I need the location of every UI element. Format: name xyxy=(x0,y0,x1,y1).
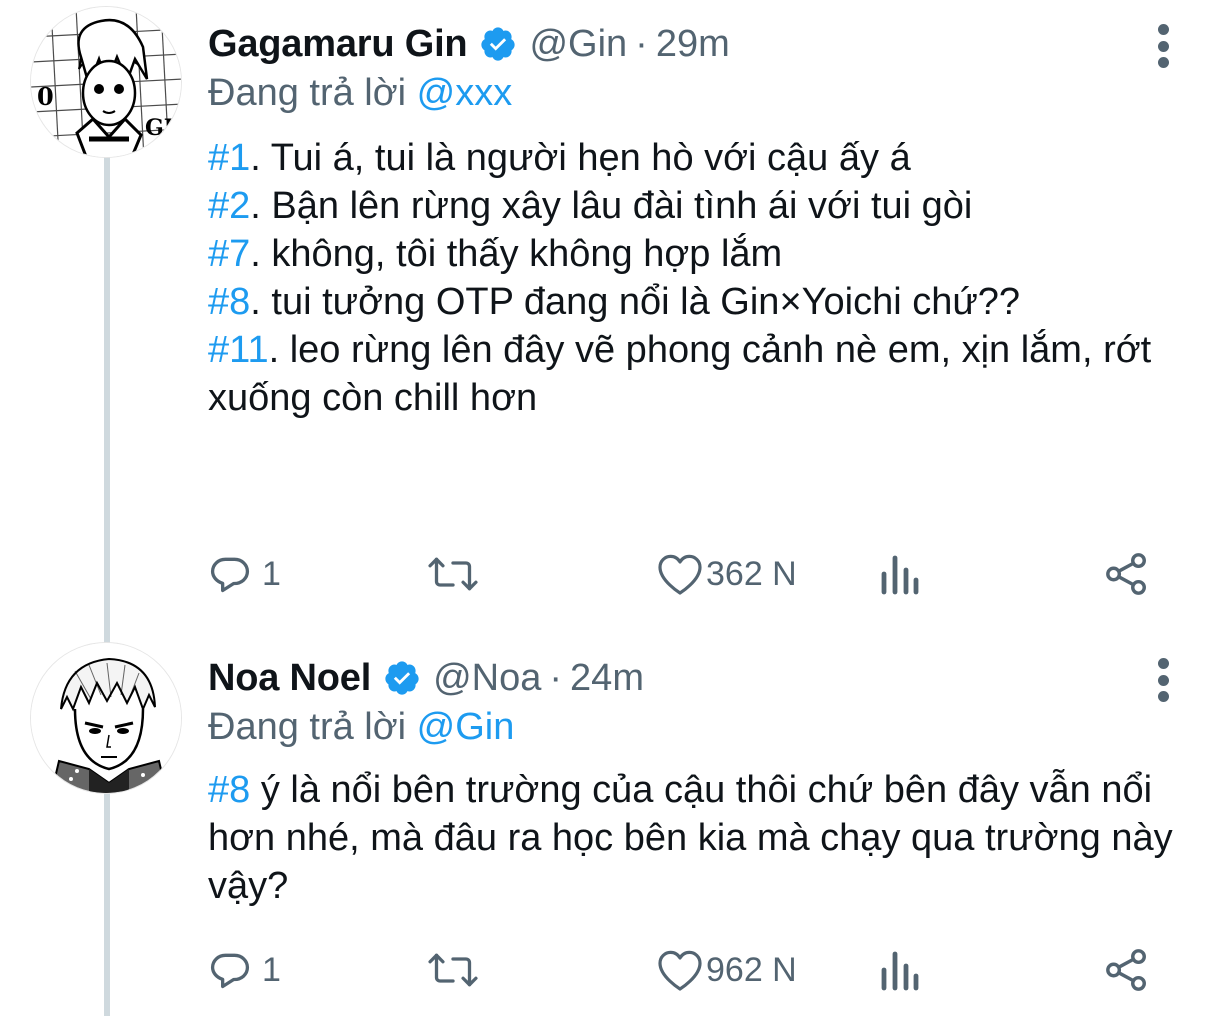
tweet[interactable]: Noa Noel @Noa · 24m Đang trả lời @Gin #8… xyxy=(0,630,1224,1016)
retweet-icon xyxy=(428,953,478,987)
svg-text:0: 0 xyxy=(37,82,54,111)
tweet-line: #7. không, tôi thấy không hợp lắm xyxy=(208,230,1184,278)
avatar-manga-illustration: 0 GP xyxy=(31,7,181,157)
analytics-icon xyxy=(881,555,919,595)
share-button[interactable] xyxy=(1104,940,1150,1000)
separator-dot: · xyxy=(549,656,563,699)
user-handle[interactable]: @Gin xyxy=(529,23,627,66)
tweet-line: #11. leo rừng lên đây vẽ phong cảnh nè e… xyxy=(208,326,1184,422)
reply-icon xyxy=(210,557,250,593)
tweet-line: #2. Bận lên rừng xây lâu đài tình ái với… xyxy=(208,182,1184,230)
line-text: . Bận lên rừng xây lâu đài tình ái với t… xyxy=(250,185,973,227)
analytics-icon xyxy=(881,951,919,991)
views-button[interactable] xyxy=(880,544,930,604)
reply-count: 1 xyxy=(262,950,281,989)
line-text: . leo rừng lên đây vẽ phong cảnh nè em, … xyxy=(208,329,1152,419)
more-options-icon[interactable] xyxy=(1156,658,1170,702)
like-button[interactable]: 362 N xyxy=(656,544,797,604)
avatar[interactable]: 0 GP xyxy=(30,6,182,158)
verified-badge-icon xyxy=(385,661,419,695)
avatar[interactable] xyxy=(30,642,182,794)
more-options-icon[interactable] xyxy=(1156,24,1170,68)
tweet-line: #1. Tui á, tui là người hẹn hò với cậu ấ… xyxy=(208,134,1184,182)
heart-icon xyxy=(658,554,702,595)
body-text: ý là nổi bên trường của cậu thôi chứ bên… xyxy=(208,769,1173,907)
timestamp[interactable]: 29m xyxy=(656,23,730,66)
svg-text:GP: GP xyxy=(145,115,180,141)
reply-count: 1 xyxy=(262,554,281,593)
avatar-manga-illustration xyxy=(31,643,181,793)
tweet-actions: 1 362 N xyxy=(208,544,1168,604)
heart-icon xyxy=(658,950,702,991)
tweet-header: Gagamaru Gin @Gin · 29m xyxy=(208,14,1134,74)
retweet-button[interactable] xyxy=(426,940,490,1000)
line-text: . không, tôi thấy không hợp lắm xyxy=(250,233,783,275)
reply-button[interactable]: 1 xyxy=(208,940,281,1000)
share-button[interactable] xyxy=(1104,544,1150,604)
line-text: . tui tưởng OTP đang nổi là Gin×Yoichi c… xyxy=(250,281,1021,323)
hashtag[interactable]: #11 xyxy=(208,329,269,371)
separator-dot: · xyxy=(635,22,648,65)
replying-to-mention[interactable]: @Gin xyxy=(417,706,515,748)
tweet-actions: 1 962 N xyxy=(208,940,1168,1000)
line-text: . Tui á, tui là người hẹn hò với cậu ấy … xyxy=(250,137,911,179)
share-icon xyxy=(1106,553,1146,595)
reply-button[interactable]: 1 xyxy=(208,544,281,604)
verified-badge-icon xyxy=(481,27,516,61)
like-count: 962 N xyxy=(706,950,797,989)
tweet-header: Noa Noel @Noa · 24m xyxy=(208,648,1134,708)
tweet-text: #8 ý là nổi bên trường của cậu thôi chứ … xyxy=(208,766,1184,910)
views-button[interactable] xyxy=(880,940,930,1000)
user-handle[interactable]: @Noa xyxy=(433,657,541,700)
like-count: 362 N xyxy=(706,554,797,593)
hashtag[interactable]: #8 xyxy=(208,281,250,323)
replying-to: Đang trả lời @Gin xyxy=(208,706,514,749)
hashtag[interactable]: #7 xyxy=(208,233,250,275)
tweet-text: #1. Tui á, tui là người hẹn hò với cậu ấ… xyxy=(208,134,1184,422)
replying-to-label: Đang trả lời xyxy=(208,72,407,114)
like-button[interactable]: 962 N xyxy=(656,940,797,1000)
share-icon xyxy=(1106,949,1146,991)
hashtag[interactable]: #8 xyxy=(208,769,250,811)
tweet[interactable]: 0 GP Gagamaru Gin @Gin · 29m Đang trả lờ… xyxy=(0,0,1224,630)
display-name[interactable]: Gagamaru Gin xyxy=(208,23,468,66)
tweet-line: #8. tui tưởng OTP đang nổi là Gin×Yoichi… xyxy=(208,278,1184,326)
reply-icon xyxy=(210,953,250,989)
replying-to-label: Đang trả lời xyxy=(208,706,407,748)
retweet-icon xyxy=(428,557,478,591)
hashtag[interactable]: #2 xyxy=(208,185,250,227)
replying-to-mention[interactable]: @xxx xyxy=(417,72,513,114)
timestamp[interactable]: 24m xyxy=(570,657,644,700)
hashtag[interactable]: #1 xyxy=(208,137,250,179)
display-name[interactable]: Noa Noel xyxy=(208,657,371,700)
replying-to: Đang trả lời @xxx xyxy=(208,72,512,115)
retweet-button[interactable] xyxy=(426,544,490,604)
